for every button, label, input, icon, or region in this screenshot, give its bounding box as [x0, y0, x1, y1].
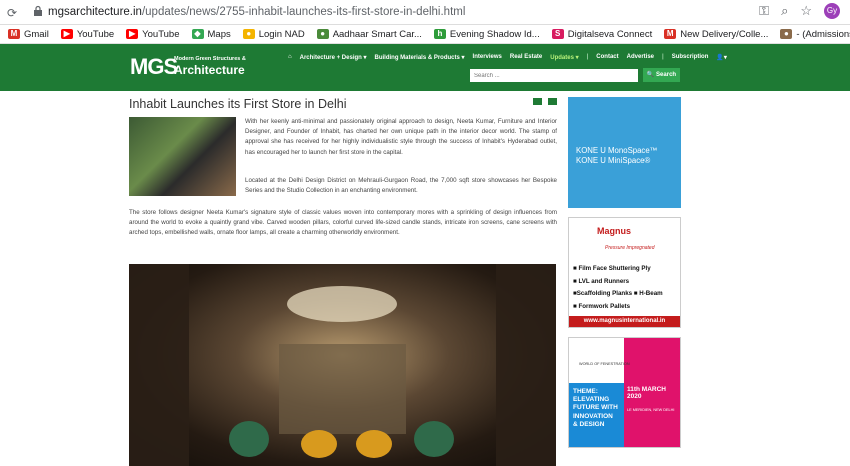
bookmark-icon: ● — [316, 29, 329, 39]
magnus-logo: Magnus — [597, 226, 632, 236]
wof-date: 11th MARCH 2020 — [627, 386, 667, 400]
main-menu: ⌂ Architecture + Design ▾ Building Mater… — [288, 54, 727, 61]
print-icon[interactable] — [533, 98, 542, 105]
bookmark-item[interactable]: ◆ Maps — [191, 28, 231, 40]
email-icon[interactable] — [548, 98, 557, 105]
bookmark-icon: ▶ — [60, 29, 73, 39]
lock-icon[interactable] — [33, 5, 43, 17]
bookmarks-bar: M Gmail ▶ YouTube ▶ YouTube ◆ Maps ● Login NAD ● Aa… — [0, 25, 850, 44]
user-menu-caret: ▾ — [723, 55, 727, 61]
zoom-icon[interactable]: ⌕ — [781, 3, 788, 19]
bookmark-icon: ◆ — [191, 29, 204, 39]
menu-separator: | — [586, 54, 589, 60]
key-icon[interactable]: ⚿ — [759, 3, 769, 19]
url-host: mgsarchitecture.in — [48, 6, 142, 18]
bookmark-item[interactable]: ● Aadhaar Smart Car... — [316, 28, 422, 40]
menu-building-materials[interactable]: Building Materials & Products ▾ — [375, 54, 465, 61]
article-title: Inhabit Launches its First Store in Delh… — [129, 97, 347, 111]
kone-line-1: KONE U MonoSpace™ — [576, 146, 658, 155]
bookmark-label: Evening Shadow Id... — [449, 28, 540, 40]
reload-icon[interactable]: ⟳ — [7, 6, 17, 20]
bookmark-label: Maps — [207, 28, 231, 40]
bookmark-label: Digitalseva Connect — [567, 28, 653, 40]
address-bar: ⟳ mgsarchitecture.in/updates/news/2755-i… — [0, 0, 850, 25]
search-button[interactable]: 🔍 Search — [643, 68, 680, 82]
bookmark-item[interactable]: ▶ YouTube — [126, 28, 180, 40]
magnus-product: ■ LVL and Runners — [573, 277, 630, 285]
menu-interviews[interactable]: Interviews — [473, 54, 502, 61]
bookmark-item[interactable]: ●- (Admissions 2020... — [780, 29, 850, 40]
menu-architecture-design[interactable]: Architecture + Design ▾ — [300, 54, 367, 61]
logo-mgs: MGS — [130, 54, 178, 79]
bookmark-label: New Delivery/Colle... — [680, 28, 769, 40]
site-logo[interactable]: MGS Modern Green Structures & Architectu… — [130, 54, 246, 80]
site-header: MGS Modern Green Structures & Architectu… — [0, 44, 850, 91]
bookmark-item[interactable]: S Digitalseva Connect — [551, 28, 653, 40]
url-path: /updates/news/2755-inhabit-launches-its-… — [141, 6, 466, 18]
bookmark-item[interactable]: M New Delivery/Colle... — [664, 29, 768, 40]
bookmark-label: YouTube — [76, 28, 115, 40]
logo-architecture: Architecture — [174, 63, 245, 77]
wof-tagline: ELEVATING — [573, 396, 610, 404]
logo-tagline: Modern Green Structures & — [174, 56, 246, 62]
wof-advertisement[interactable]: WORLD OF FENESTRATION THEME: ELEVATING F… — [568, 337, 681, 448]
magnus-url: www.magnusinternational.in — [569, 316, 680, 327]
wof-logo: WORLD OF FENESTRATION — [579, 362, 630, 366]
wof-tagline: FUTURE WITH — [573, 404, 618, 412]
bookmark-label: - (Admissions 2020... — [796, 28, 850, 40]
magnus-product: ■ Film Face Shuttering Ply — [573, 265, 651, 272]
magnus-product: ■ Formwork Pallets — [573, 302, 631, 310]
url-field[interactable]: mgsarchitecture.in/updates/news/2755-inh… — [48, 6, 465, 18]
menu-separator: | — [662, 54, 664, 60]
search-input[interactable] — [470, 69, 638, 82]
bookmark-label: Login NAD — [258, 28, 305, 40]
article-paragraph: With her keenly anti-minimal and passion… — [245, 118, 557, 156]
profile-avatar[interactable]: Gy — [824, 3, 840, 19]
star-icon[interactable]: ☆ — [800, 3, 812, 19]
bookmark-icon: h — [433, 29, 446, 39]
bookmark-icon: M — [8, 29, 20, 39]
bookmark-item[interactable]: ▶ YouTube — [60, 28, 115, 40]
interior-illustration — [129, 264, 556, 466]
magnus-product: ■Scaffolding Planks ■ H-Beam — [573, 290, 663, 297]
home-icon[interactable]: ⌂ — [288, 54, 292, 61]
wof-venue: LE MERIDIEN, NEW DELHI — [627, 408, 675, 412]
article-paragraph: Located at the Delhi Design District on … — [245, 177, 557, 195]
bookmark-label: Aadhaar Smart Car... — [332, 28, 422, 40]
bookmark-icon: M — [664, 29, 677, 39]
kone-line-2: KONE U MiniSpace® — [576, 156, 651, 165]
article-tools — [533, 98, 557, 105]
bookmark-item[interactable]: ● Login NAD — [242, 28, 305, 40]
magnus-advertisement[interactable]: Magnus Pressure Impregnated ■ Film Face … — [568, 217, 681, 328]
bookmark-icon: ● — [780, 29, 793, 39]
store-interior-image — [129, 264, 556, 466]
bookmark-item[interactable]: h Evening Shadow Id... — [433, 28, 540, 40]
wof-tagline: INNOVATION — [573, 412, 613, 420]
kone-advertisement[interactable]: KONE U MonoSpace™ KONE U MiniSpace® — [568, 97, 681, 208]
page-content: Inhabit Launches its First Store in Delh… — [0, 91, 850, 466]
bookmark-icon: ● — [242, 29, 255, 39]
menu-contact[interactable]: Contact — [596, 54, 618, 61]
bookmark-item[interactable]: M Gmail — [8, 29, 49, 40]
bookmark-icon: S — [551, 29, 564, 39]
designer-portrait — [129, 117, 236, 196]
menu-updates[interactable]: Updates ▾ — [550, 54, 578, 61]
menu-advertise[interactable]: Advertise — [627, 54, 654, 61]
user-menu-icon[interactable]: 👤▾ — [716, 54, 727, 61]
menu-subscription[interactable]: Subscription — [672, 54, 709, 61]
bookmark-icon: ▶ — [126, 29, 139, 39]
wof-tagline: THEME: — [573, 388, 598, 395]
magnus-subtitle: Pressure Impregnated — [605, 245, 655, 251]
menu-real-estate[interactable]: Real Estate — [510, 54, 542, 61]
bookmark-label: Gmail — [24, 28, 49, 40]
wof-tagline: & DESIGN — [573, 420, 605, 428]
article-paragraph: The store follows designer Neeta Kumar's… — [129, 209, 557, 237]
bookmark-label: YouTube — [142, 28, 180, 40]
